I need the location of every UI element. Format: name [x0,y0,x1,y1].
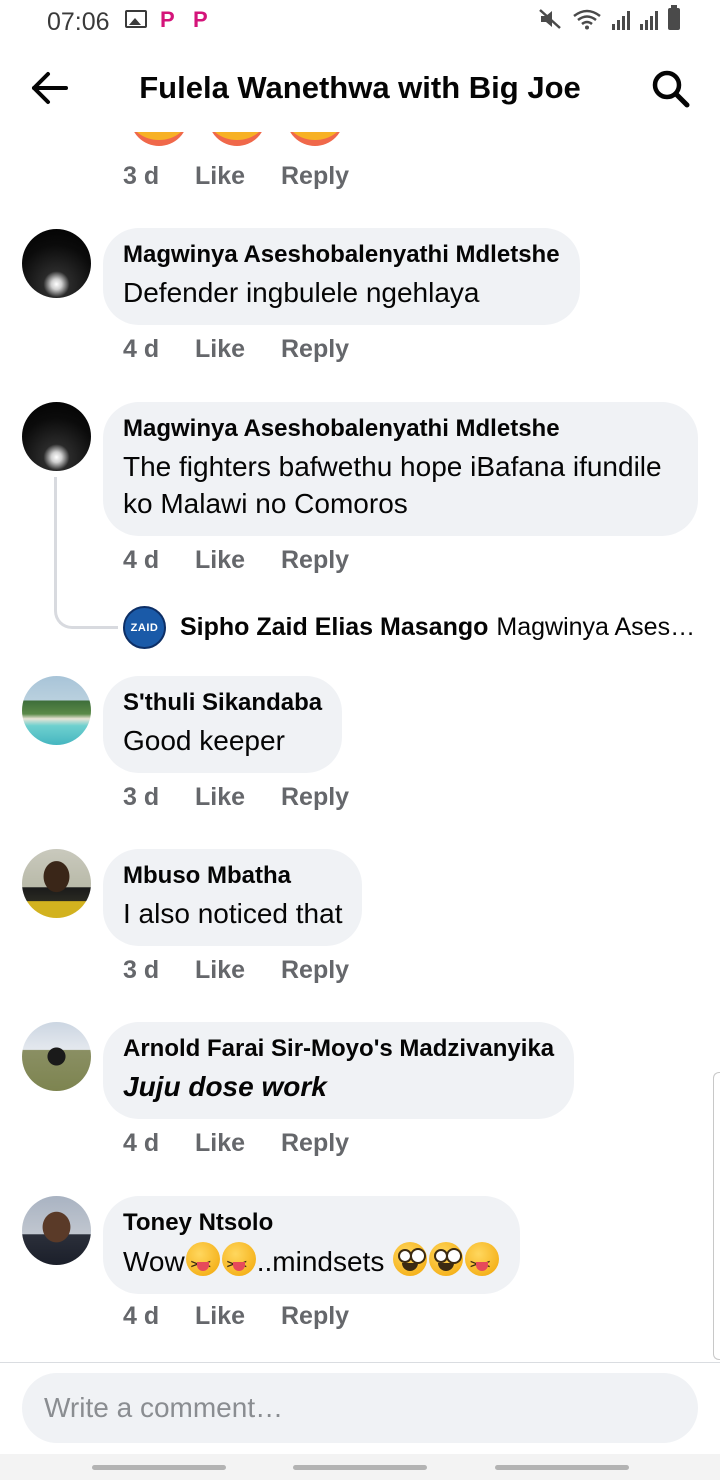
commenter-name[interactable]: Arnold Farai Sir-Moyo's Madzivanyika [123,1034,554,1064]
comment-text: I also noticed that [123,898,343,929]
emoji-icon [286,132,344,146]
squinting-tongue-emoji [221,1242,256,1283]
avatar[interactable] [22,402,91,471]
like-button[interactable]: Like [195,546,281,575]
comment-time[interactable]: 3 d [123,783,195,812]
status-icons [538,5,680,30]
reply-author-name[interactable]: Sipho Zaid Elias Masango [180,613,488,642]
avatar[interactable] [22,849,91,918]
comment-time[interactable]: 4 d [123,1129,195,1158]
reply-button[interactable]: Reply [281,546,349,575]
emoji-icon [208,132,266,146]
comment-bubble[interactable]: Magwinya Aseshobalenyathi Mdletshe Defen… [103,228,580,325]
comment-text: Defender ingbulele ngehlaya [123,277,480,308]
reply-preview-row[interactable]: ZAID Sipho Zaid Elias Masango Magwinya A… [123,606,703,649]
avatar[interactable] [22,229,91,298]
zany-face-emoji [429,1242,464,1276]
comment-actions: 4 d Like Reply [123,546,349,575]
search-button[interactable] [650,68,692,110]
comment-actions: 3 d Like Reply [123,162,349,191]
p-app-icon: P [160,7,175,32]
like-button[interactable]: Like [195,783,281,812]
nav-back-button[interactable] [495,1465,629,1470]
comment-text: The fighters bafwethu hope iBafana ifund… [123,451,662,519]
back-button[interactable] [26,68,70,108]
avatar[interactable] [22,1022,91,1091]
reply-preview-text: Magwinya Aseshobalenyathi Mdletshe [496,613,703,641]
comment-bubble[interactable]: Mbuso Mbatha I also noticed that [103,849,363,946]
commenter-name[interactable]: Mbuso Mbatha [123,861,342,891]
comment-bubble[interactable]: Magwinya Aseshobalenyathi Mdletshe The f… [103,402,698,536]
like-button[interactable]: Like [195,1129,281,1158]
system-nav-bar [0,1454,720,1480]
emoji-icon [130,132,188,146]
comment-text: Good keeper [123,725,285,756]
comment-text-start: Wow [123,1246,185,1277]
comment-actions: 4 d Like Reply [123,335,349,364]
signal-icon [640,10,658,30]
commenter-name[interactable]: Magwinya Aseshobalenyathi Mdletshe [123,414,678,444]
comment-text: Wow ..mindsets [123,1242,500,1283]
nav-recents-button[interactable] [92,1465,226,1470]
comment-bubble[interactable]: S'thuli Sikandaba Good keeper [103,676,343,773]
comment-bubble[interactable]: Arnold Farai Sir-Moyo's Madzivanyika Juj… [103,1022,575,1119]
reply-button[interactable]: Reply [281,1302,349,1331]
p-app-icon: P [193,7,208,32]
comment-bubble[interactable]: Toney Ntsolo Wow ..mindsets [103,1196,521,1294]
comment-actions: 3 d Like Reply [123,783,349,812]
comment-composer [0,1362,720,1454]
battery-icon [668,5,680,30]
like-button[interactable]: Like [195,162,281,191]
wifi-icon [573,9,601,30]
zany-face-emoji [393,1242,428,1276]
comment-input[interactable] [22,1373,698,1443]
nav-home-button[interactable] [293,1465,427,1470]
comment-text-middle: ..mindsets [256,1246,385,1277]
squinting-tongue-emoji [465,1242,500,1283]
commenter-name[interactable]: S'thuli Sikandaba [123,688,322,718]
comment-actions: 3 d Like Reply [123,956,349,985]
squinting-tongue-emoji [185,1242,220,1283]
reply-avatar[interactable]: ZAID [123,606,166,649]
commenter-name[interactable]: Toney Ntsolo [123,1208,500,1238]
comment-actions: 4 d Like Reply [123,1129,349,1158]
like-button[interactable]: Like [195,335,281,364]
mute-icon [539,9,561,29]
reply-button[interactable]: Reply [281,335,349,364]
comment-time[interactable]: 4 d [123,335,195,364]
page-title: Fulela Wanethwa with Big Joe [139,70,581,105]
reply-button[interactable]: Reply [281,162,349,191]
commenter-name[interactable]: Magwinya Aseshobalenyathi Mdletshe [123,240,560,270]
signal-icon [612,10,630,30]
reply-button[interactable]: Reply [281,783,349,812]
avatar[interactable] [22,676,91,745]
reply-button[interactable]: Reply [281,956,349,985]
arrow-left-icon [32,72,68,104]
comments-feed[interactable]: 3 d Like Reply Magwinya Aseshobalenyathi… [0,132,720,1362]
reply-button[interactable]: Reply [281,1129,349,1158]
app-header: Fulela Wanethwa with Big Joe [0,44,720,132]
status-time: 07:06 [47,8,110,36]
like-button[interactable]: Like [195,1302,281,1331]
comment-time[interactable]: 3 d [123,162,195,191]
comment-time[interactable]: 3 d [123,956,195,985]
status-bar: 07:06 P P [0,0,720,44]
scrollbar[interactable] [713,1072,720,1360]
like-button[interactable]: Like [195,956,281,985]
gallery-icon [125,10,147,28]
comment-text: Juju dose work [123,1071,327,1102]
comment-time[interactable]: 4 d [123,546,195,575]
search-icon [652,70,690,108]
comment-actions: 4 d Like Reply [123,1302,349,1331]
avatar[interactable] [22,1196,91,1265]
comment-time[interactable]: 4 d [123,1302,195,1331]
